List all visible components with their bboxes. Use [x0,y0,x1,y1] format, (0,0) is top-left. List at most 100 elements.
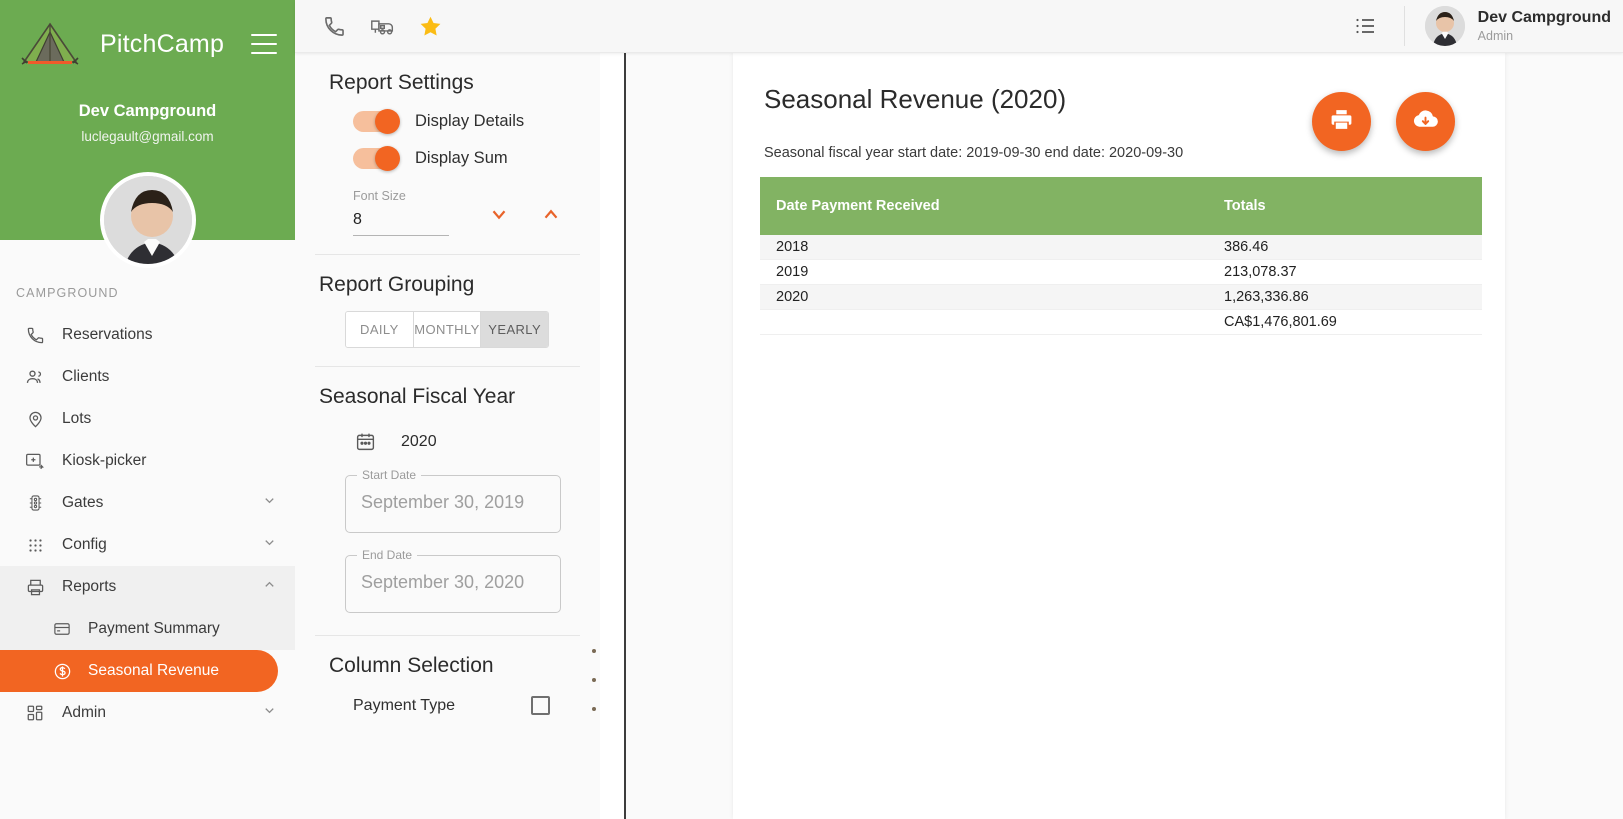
sidebar-item-label: Clients [62,368,110,385]
chevron-down-icon[interactable] [262,535,277,555]
chevron-down-icon[interactable] [262,703,277,723]
sidebar-item-label: Reservations [62,326,153,343]
sidebar-item-seasonal-revenue[interactable]: Seasonal Revenue [0,650,278,692]
start-date-value: September 30, 2019 [361,492,525,512]
cell-date: 2020 [760,284,1210,310]
font-size-group: Font Size 8 [295,189,600,236]
credit-card-icon [52,619,72,639]
chevron-up-icon[interactable] [540,203,562,225]
display-details-label: Display Details [415,112,525,130]
column-header-date: Date Payment Received [760,177,1210,235]
report-grouping-segmented-control: DAILY MONTHLY YEARLY [345,311,549,348]
payment-type-label: Payment Type [353,696,455,714]
start-date-field[interactable]: Start Date September 30, 2019 [345,468,561,533]
end-date-field[interactable]: End Date September 30, 2020 [345,548,561,613]
report-card: Seasonal Revenue (2020) Seasonal fiscal … [733,53,1505,819]
sidebar: PitchCamp Dev Campground luclegault@gmai… [0,0,295,819]
brand-row: PitchCamp [0,0,295,88]
rv-camper-icon[interactable] [369,13,395,39]
sidebar-email: luclegault@gmail.com [81,129,214,144]
brand-name: PitchCamp [100,29,225,58]
display-sum-row: Display Sum [295,146,600,171]
user-name: Dev Campground [1477,8,1611,26]
font-size-input[interactable]: 8 [353,211,449,236]
sidebar-item-label: Payment Summary [88,620,220,637]
tent-icon [18,18,82,70]
sidebar-nav: Reservations Clients Lots Kiosk-picker G… [0,314,295,734]
start-date-label: Start Date [357,468,422,482]
table-header-row: Date Payment Received Totals [760,177,1482,235]
sidebar-item-lots[interactable]: Lots [0,398,295,440]
sidebar-item-gates[interactable]: Gates [0,482,295,524]
sidebar-item-config[interactable]: Config [0,524,295,566]
cloud-download-icon [1412,106,1439,138]
dashboard-icon [24,702,46,724]
fiscal-year-row[interactable]: 2020 [295,431,600,453]
report-table: Date Payment Received Totals 2018 386.46… [760,177,1482,335]
table-row: 2018 386.46 [760,235,1482,260]
sidebar-section-label: CAMPGROUND [16,286,119,300]
chevron-down-icon[interactable] [488,203,510,225]
grouping-option-yearly[interactable]: YEARLY [481,312,548,347]
report-settings-panel: Report Settings Display Details Display … [295,53,600,819]
sidebar-item-payment-summary[interactable]: Payment Summary [0,608,295,650]
sidebar-item-label: Kiosk-picker [62,452,147,469]
cell-total: 213,078.37 [1210,259,1482,285]
user-role: Admin [1477,29,1514,44]
phone-icon[interactable] [321,13,347,39]
print-button[interactable] [1312,92,1371,151]
people-icon [24,366,46,388]
column-header-totals: Totals [1210,177,1482,235]
sidebar-item-label: Seasonal Revenue [88,662,219,679]
page-title: Seasonal Revenue (2020) [764,84,1067,114]
cell-grand-total: CA$1,476,801.69 [1210,309,1482,335]
grid-dots-icon [24,534,46,556]
topbar-quick-actions [321,13,443,39]
table-row: 2019 213,078.37 [760,259,1482,285]
phone-icon [24,324,46,346]
cell-total: 386.46 [1210,235,1482,260]
list-icon[interactable] [1352,13,1378,39]
sidebar-item-label: Gates [62,494,104,511]
end-date-value: September 30, 2020 [361,572,525,592]
chevron-up-icon[interactable] [262,577,277,597]
cell-date: 2018 [760,235,1210,260]
avatar[interactable] [1424,6,1465,46]
topbar-user-info: Dev Campground Admin [1478,9,1611,43]
topbar: Dev Campground Admin [295,0,1623,53]
sidebar-item-reports[interactable]: Reports [0,566,295,608]
payment-type-checkbox[interactable] [531,696,550,715]
calendar-icon [355,431,377,453]
map-pin-icon [24,408,46,430]
topbar-user-area: Dev Campground Admin [1352,0,1623,52]
grouping-option-monthly[interactable]: MONTHLY [413,312,482,347]
sidebar-header: PitchCamp Dev Campground luclegault@gmai… [0,0,295,268]
avatar[interactable] [99,172,196,268]
sidebar-item-label: Lots [62,410,92,427]
sidebar-item-reservations[interactable]: Reservations [0,314,295,356]
report-grouping-title: Report Grouping [319,273,475,296]
drag-handle-icon[interactable] [589,649,599,711]
sidebar-org-name: Dev Campground [78,102,217,120]
sidebar-item-clients[interactable]: Clients [0,356,295,398]
sidebar-item-label: Config [62,536,107,553]
table-row: 2020 1,263,336.86 [760,284,1482,310]
display-sum-toggle[interactable] [353,146,400,171]
sidebar-item-label: Admin [62,704,106,721]
fiscal-year-value: 2020 [401,433,437,450]
report-settings-title: Report Settings [329,71,474,94]
display-details-row: Display Details [295,109,600,134]
chevron-down-icon[interactable] [262,493,277,513]
download-button[interactable] [1396,92,1455,151]
grouping-option-daily[interactable]: DAILY [346,312,414,347]
hamburger-menu-icon[interactable] [251,34,277,54]
star-icon[interactable] [417,13,443,39]
sidebar-item-admin[interactable]: Admin [0,692,295,734]
report-subtitle: Seasonal fiscal year start date: 2019-09… [764,145,1184,161]
cell-total: 1,263,336.86 [1210,284,1482,310]
sidebar-item-kiosk-picker[interactable]: Kiosk-picker [0,440,295,482]
cell-date: 2019 [760,259,1210,285]
display-details-toggle[interactable] [353,109,400,134]
divider [1403,6,1405,46]
table-total-row: CA$1,476,801.69 [760,309,1482,335]
